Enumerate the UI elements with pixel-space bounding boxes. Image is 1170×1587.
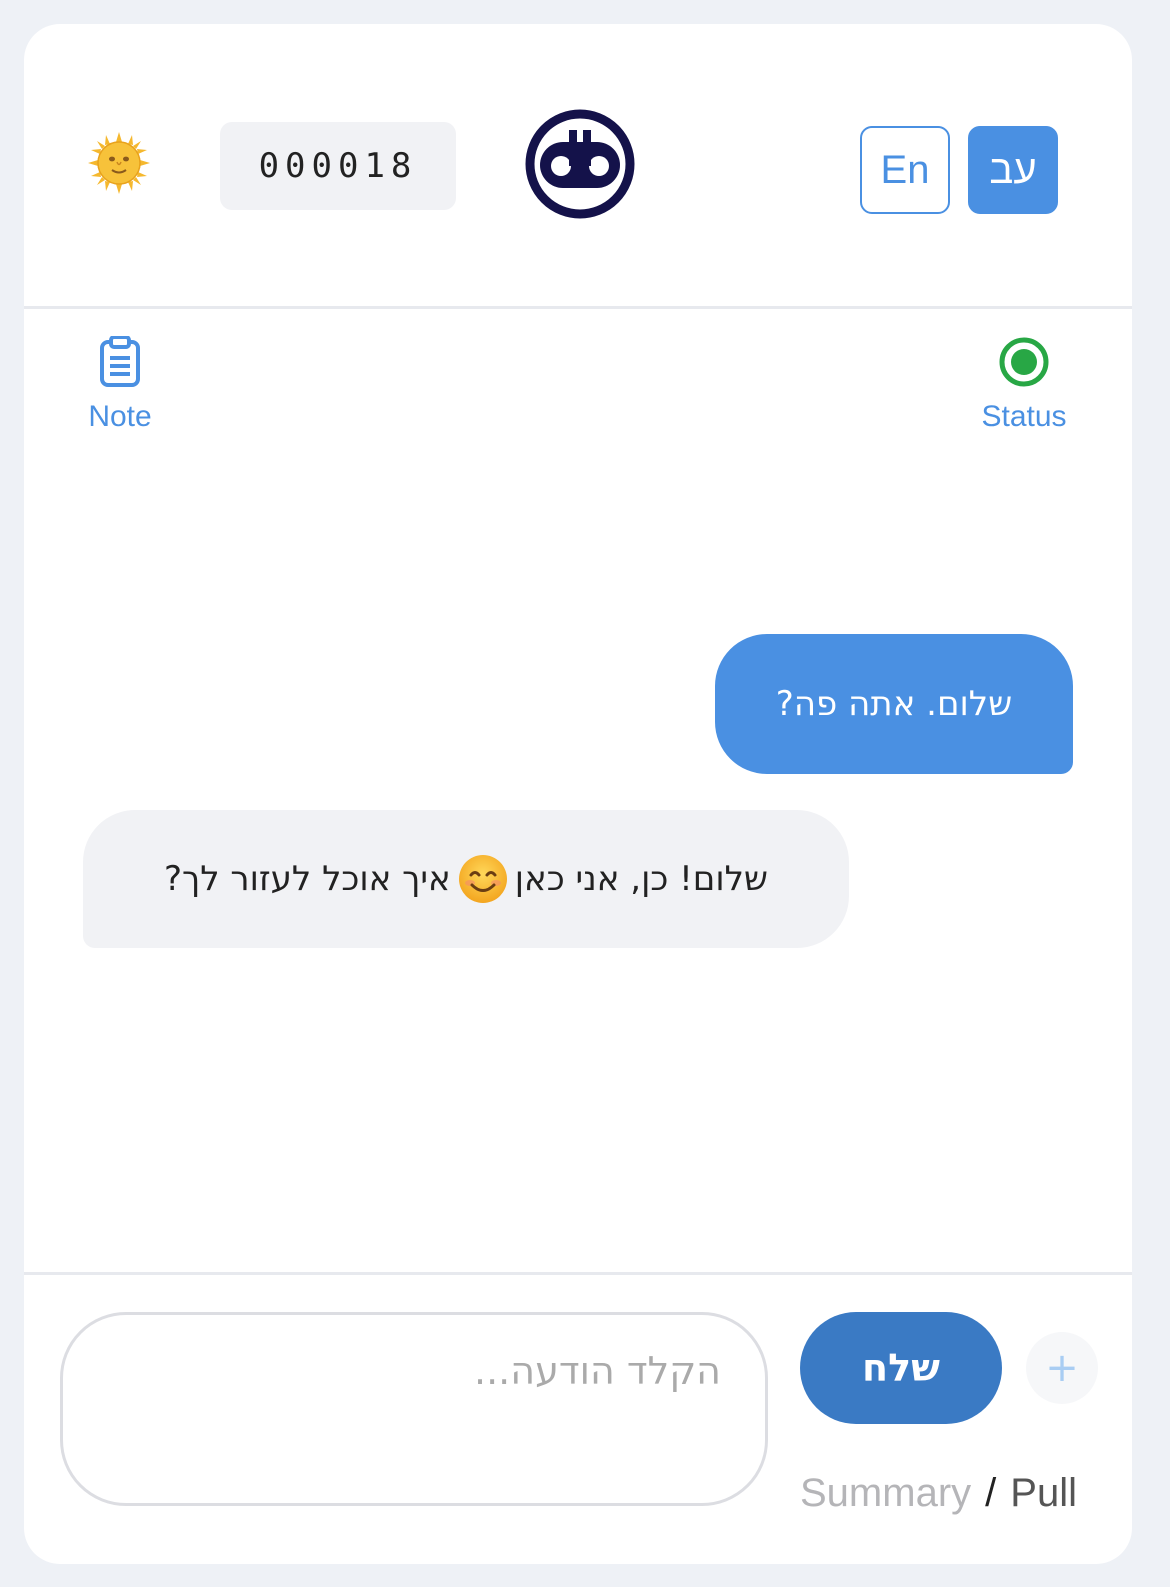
smiling-face-icon — [457, 853, 509, 905]
clipboard-icon — [98, 335, 142, 392]
send-button[interactable]: שלח — [800, 1312, 1002, 1424]
message-text: שלום! כן, אני כאן — [514, 859, 769, 899]
status-button[interactable]: Status — [970, 336, 1078, 434]
link-separator: / — [985, 1470, 997, 1515]
header: 000018 En עב — [24, 24, 1132, 309]
message-input[interactable] — [60, 1312, 768, 1506]
footer-divider — [24, 1272, 1132, 1275]
status-label: Status — [981, 400, 1067, 433]
add-attachment-button[interactable]: + — [1026, 1332, 1098, 1404]
sun-icon[interactable] — [88, 132, 150, 194]
lang-en-button[interactable]: En — [860, 126, 950, 214]
note-label: Note — [88, 400, 152, 433]
status-dot-icon — [998, 336, 1050, 392]
user-message-bubble: שלום. אתה פה? — [715, 634, 1073, 774]
counter-display: 000018 — [220, 122, 456, 210]
db-logo — [524, 108, 636, 220]
note-button[interactable]: Note — [80, 335, 160, 434]
footer-links: Summary / Pull — [800, 1468, 1100, 1518]
bot-message-bubble: שלום! כן, אני כאן איך אוכל לעזור לך? — [83, 810, 849, 948]
plus-icon: + — [1045, 1345, 1079, 1391]
chat-panel: 000018 En עב Note Status שלום. אתה פה? ש… — [24, 24, 1132, 1564]
lang-he-button[interactable]: עב — [968, 126, 1058, 214]
message-text: איך אוכל לעזור לך? — [163, 859, 451, 899]
message-text: שלום. אתה פה? — [775, 684, 1013, 724]
summary-link[interactable]: Summary — [800, 1471, 971, 1516]
pull-link[interactable]: Pull — [1010, 1471, 1077, 1516]
